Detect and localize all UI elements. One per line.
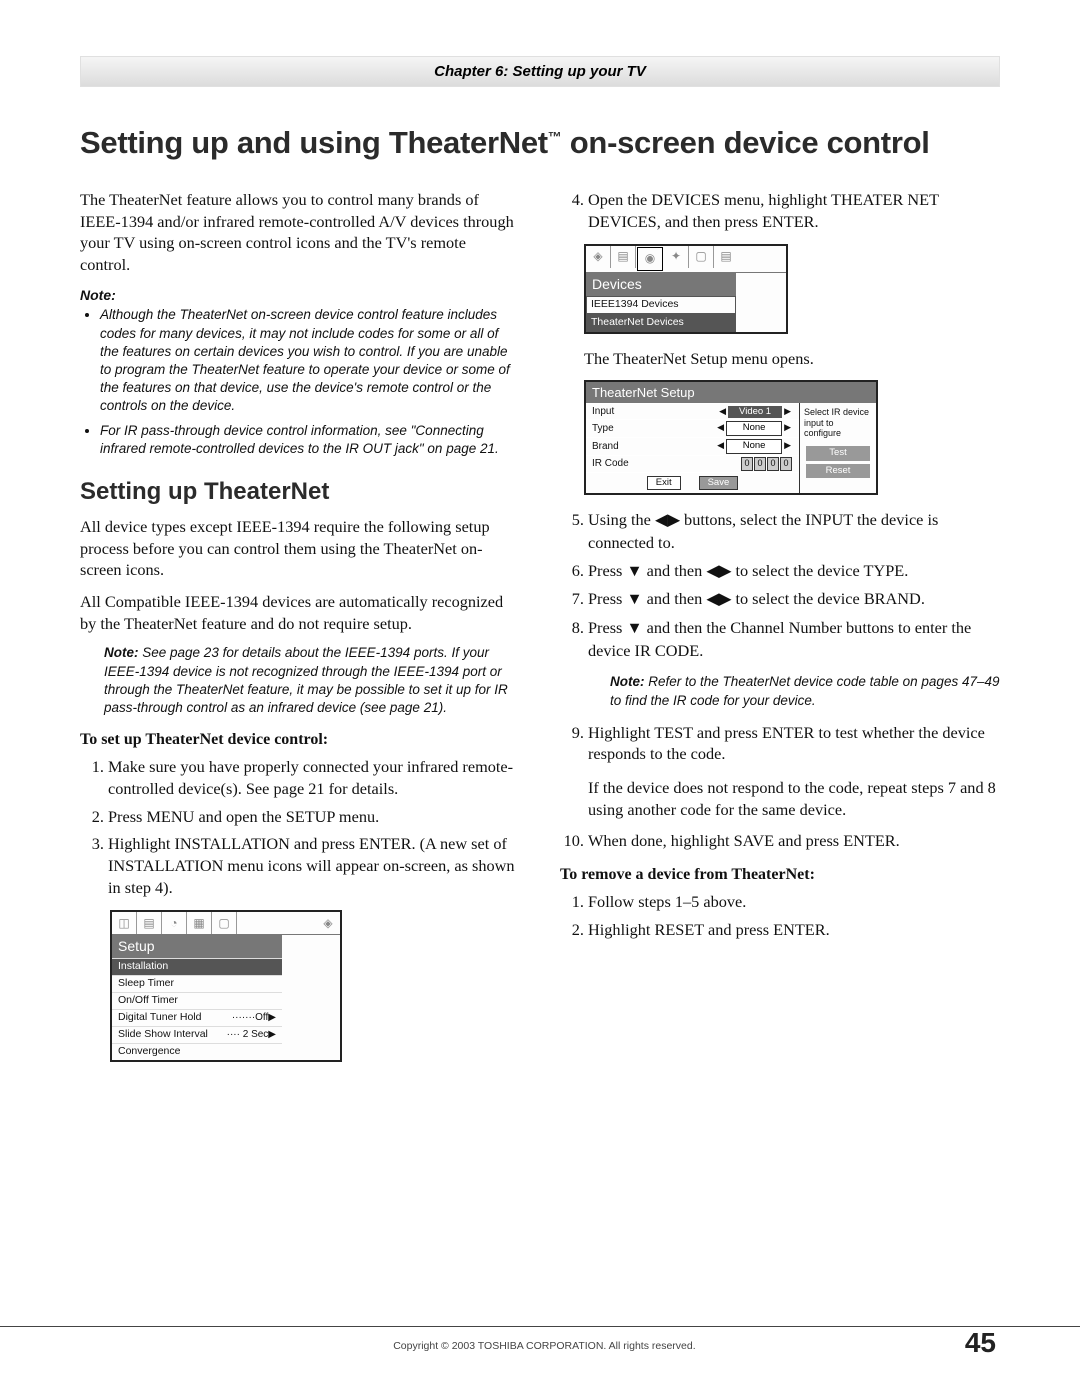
devices-menu-item-selected: TheaterNet Devices — [586, 314, 736, 332]
step: Press ▼ and then ◀▶ to select the device… — [588, 560, 1000, 583]
inline-note: Note: Refer to the TheaterNet device cod… — [610, 673, 1000, 709]
menu-icon: ▤ — [714, 246, 738, 268]
setup-menu-figure: ◫ ▤ ◔ ▦ ▢ ◈ Setup Installation Sleep Tim… — [110, 910, 342, 1061]
body-text: The TheaterNet Setup menu opens. — [584, 348, 1000, 370]
note-bullets: Although the TheaterNet on-screen device… — [80, 306, 520, 458]
left-column: The TheaterNet feature allows you to con… — [80, 189, 520, 1062]
page-number: 45 — [965, 1327, 996, 1359]
setup-menu-item: Digital Tuner Hold·······Off▶ — [112, 1009, 282, 1026]
menu-icon: ◫ — [112, 912, 137, 934]
copyright: Copyright © 2003 TOSHIBA CORPORATION. Al… — [124, 1334, 965, 1352]
step: Highlight RESET and press ENTER. — [588, 919, 1000, 941]
setup-menu-item-selected: Installation — [112, 958, 282, 975]
setup-steps-cont2: Using the ◀▶ buttons, select the INPUT t… — [560, 509, 1000, 661]
procedure-heading: To set up TheaterNet device control: — [80, 729, 520, 750]
setup-menu-title: Setup — [112, 935, 282, 958]
devices-menu-item: IEEE1394 Devices — [586, 296, 736, 314]
step: Highlight INSTALLATION and press ENTER. … — [108, 833, 520, 898]
left-right-arrow-icon: ◀▶ — [655, 511, 680, 529]
step: Using the ◀▶ buttons, select the INPUT t… — [588, 509, 1000, 553]
devices-icon-strip: ◈ ▤ ◉ ✦ ▢ ▤ — [586, 246, 786, 273]
setup-steps-cont: Open the DEVICES menu, highlight THEATER… — [560, 189, 1000, 232]
intro-paragraph: The TheaterNet feature allows you to con… — [80, 189, 520, 276]
menu-icon: ▤ — [137, 912, 162, 934]
tn-title: TheaterNet Setup — [586, 382, 876, 403]
down-arrow-icon: ▼ — [626, 590, 642, 608]
theaternet-setup-figure: TheaterNet Setup Input ◀Video 1▶ Type ◀N… — [584, 380, 878, 496]
body-text: All Compatible IEEE-1394 devices are aut… — [80, 591, 520, 634]
tn-row-exit-save: Exit Save — [586, 472, 799, 494]
trademark: ™ — [548, 129, 562, 145]
left-right-arrow-icon: ◀▶ — [706, 590, 731, 608]
devices-menu-title: Devices — [586, 273, 736, 296]
chapter-header: Chapter 6: Setting up your TV — [80, 56, 1000, 87]
follow-text: If the device does not respond to the co… — [588, 777, 1000, 820]
setup-menu-item: On/Off Timer — [112, 992, 282, 1009]
tn-test-pill: Test — [806, 446, 870, 461]
tn-reset-pill: Reset — [806, 464, 870, 479]
title-prefix: Setting up and using TheaterNet — [80, 125, 548, 160]
setup-menu-item: Slide Show Interval···· 2 Sec▶ — [112, 1026, 282, 1043]
menu-icon: ▢ — [689, 246, 714, 268]
menu-icon-highlighted: ◉ — [637, 247, 663, 271]
right-column: Open the DEVICES menu, highlight THEATER… — [560, 189, 1000, 1062]
menu-icon: ▢ — [212, 912, 237, 934]
note-bullet: For IR pass-through device control infor… — [100, 422, 520, 458]
setup-menu-item: Sleep Timer — [112, 975, 282, 992]
devices-menu-figure: ◈ ▤ ◉ ✦ ▢ ▤ Devices IEEE1394 Devices The… — [584, 244, 788, 334]
remove-steps: Follow steps 1–5 above. Highlight RESET … — [560, 891, 1000, 940]
note-text: See page 23 for details about the IEEE-1… — [104, 645, 508, 715]
body-text: All device types except IEEE-1394 requir… — [80, 516, 520, 581]
menu-icon: ✦ — [664, 246, 689, 268]
tn-row-brand: Brand ◀None▶ — [586, 437, 799, 455]
step: Open the DEVICES menu, highlight THEATER… — [588, 189, 1000, 232]
title-suffix: on-screen device control — [561, 125, 929, 160]
step: Press ▼ and then ◀▶ to select the device… — [588, 588, 1000, 611]
menu-icon: ◈ — [316, 912, 340, 934]
menu-icon-strip: ◫ ▤ ◔ ▦ ▢ ◈ — [112, 912, 340, 935]
down-arrow-icon: ▼ — [626, 562, 642, 580]
note-label: Note: — [80, 286, 520, 305]
tn-row-ircode: IR Code 0000 — [586, 455, 799, 472]
down-arrow-icon: ▼ — [626, 619, 642, 637]
step: Press ▼ and then the Channel Number butt… — [588, 617, 1000, 661]
menu-icon: ◈ — [586, 246, 611, 268]
menu-icon: ◔ — [162, 912, 187, 934]
tn-row-input: Input ◀Video 1▶ — [586, 403, 799, 420]
step: When done, highlight SAVE and press ENTE… — [588, 830, 1000, 852]
step: Follow steps 1–5 above. — [588, 891, 1000, 913]
step: Highlight TEST and press ENTER to test w… — [588, 722, 1000, 765]
procedure-heading: To remove a device from TheaterNet: — [560, 864, 1000, 885]
section-heading: Setting up TheaterNet — [80, 476, 520, 508]
step: Make sure you have properly connected yo… — [108, 756, 520, 799]
menu-icon: ▦ — [187, 912, 212, 934]
left-right-arrow-icon: ◀▶ — [706, 562, 731, 580]
setup-steps-cont3: Highlight TEST and press ENTER to test w… — [560, 722, 1000, 765]
step: Press MENU and open the SETUP menu. — [108, 806, 520, 828]
page-title: Setting up and using TheaterNet™ on-scre… — [80, 125, 1000, 161]
setup-menu-item: Convergence — [112, 1043, 282, 1060]
inline-note: Note: See page 23 for details about the … — [104, 644, 520, 717]
page-footer: Copyright © 2003 TOSHIBA CORPORATION. Al… — [0, 1326, 1080, 1359]
note-bullet: Although the TheaterNet on-screen device… — [100, 306, 520, 415]
setup-steps: Make sure you have properly connected yo… — [80, 756, 520, 898]
menu-icon-spacer — [237, 912, 316, 934]
menu-icon: ▤ — [611, 246, 636, 268]
note-bold: Note: — [104, 645, 139, 660]
setup-steps-cont4: When done, highlight SAVE and press ENTE… — [560, 830, 1000, 852]
tn-hint: Select IR device input to configure — [800, 403, 876, 443]
tn-row-type: Type ◀None▶ — [586, 419, 799, 437]
